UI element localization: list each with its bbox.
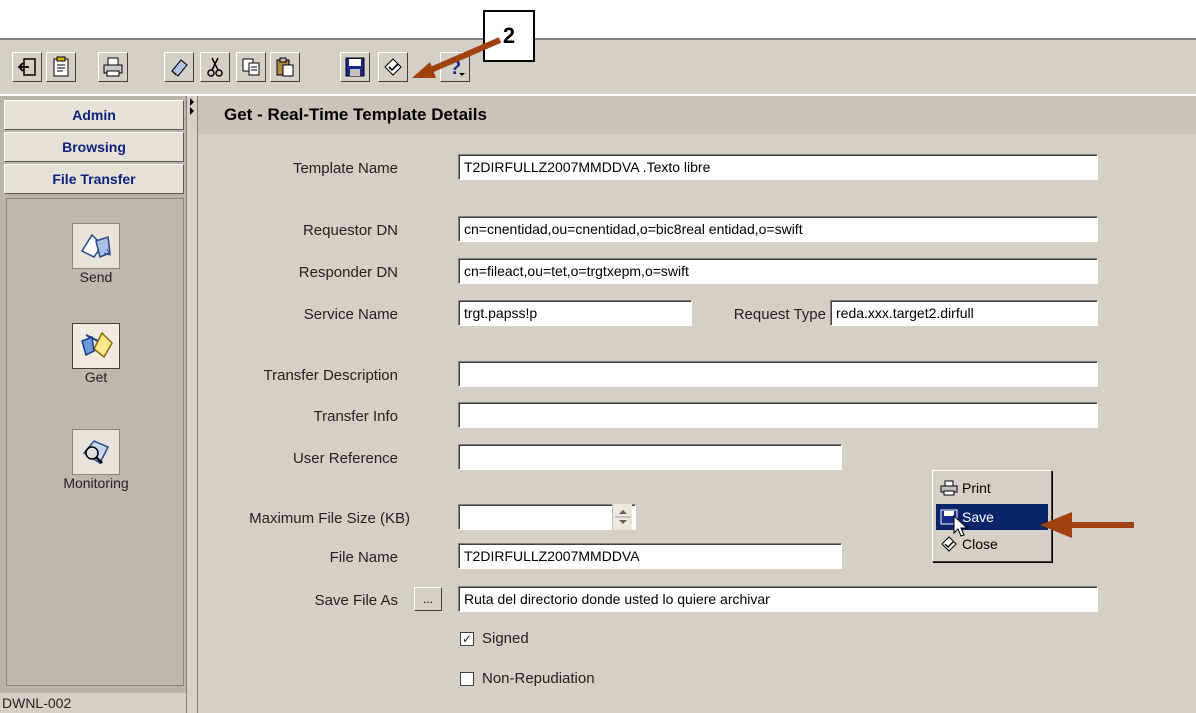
- max-file-size-field[interactable]: [458, 504, 636, 530]
- requestor-dn-label: Requestor DN: [302, 222, 398, 239]
- page-title: Get - Real-Time Template Details: [198, 96, 1196, 134]
- tab-file-transfer[interactable]: File Transfer: [4, 164, 184, 194]
- callout-arrow-toolbar: [412, 37, 502, 78]
- save-icon[interactable]: [340, 52, 370, 82]
- spinner-arrows-icon: [615, 510, 631, 524]
- browse-button[interactable]: ...: [414, 587, 442, 611]
- monitoring-icon: [72, 429, 120, 475]
- save-file-as-label: Save File As: [314, 592, 398, 609]
- non-repudiation-checkbox[interactable]: Non-Repudiation: [460, 670, 595, 687]
- logout-icon[interactable]: [12, 52, 42, 82]
- responder-dn-label: Responder DN: [298, 264, 398, 281]
- template-name-label: Template Name: [292, 160, 398, 177]
- request-type-field[interactable]: [830, 300, 1098, 326]
- request-type-label: Request Type: [733, 306, 826, 323]
- splitter-arrow-icon: [190, 98, 194, 115]
- signed-checkbox[interactable]: ✓ Signed: [460, 630, 529, 647]
- print-icon: [940, 480, 958, 496]
- print-icon[interactable]: [98, 52, 128, 82]
- cut-icon[interactable]: [200, 52, 230, 82]
- requestor-dn-field[interactable]: [458, 216, 1098, 242]
- user-reference-label: User Reference: [292, 450, 398, 467]
- transfer-info-field[interactable]: [458, 402, 1098, 428]
- save-file-as-field[interactable]: [458, 586, 1098, 612]
- sidebar-item-monitoring[interactable]: Monitoring: [7, 429, 185, 491]
- transfer-description-label: Transfer Description: [263, 367, 399, 384]
- signed-check-mark: ✓: [460, 631, 474, 646]
- max-file-size-spinner[interactable]: [612, 504, 632, 530]
- service-name-field[interactable]: [458, 300, 692, 326]
- responder-dn-field[interactable]: [458, 258, 1098, 284]
- transfer-description-field[interactable]: [458, 361, 1098, 387]
- splitter-handle[interactable]: [186, 96, 198, 713]
- sidebar-item-get[interactable]: Get: [7, 323, 185, 385]
- user-reference-field[interactable]: [458, 444, 842, 470]
- copy-icon[interactable]: [236, 52, 266, 82]
- file-name-field[interactable]: [458, 543, 842, 569]
- sidebar-item-send[interactable]: Send: [7, 223, 185, 285]
- send-icon: [72, 223, 120, 269]
- paste-icon[interactable]: [270, 52, 300, 82]
- sidebar-panel: Send Get Monitoring: [6, 198, 184, 686]
- context-menu: Print Save Close: [932, 470, 1052, 562]
- mouse-cursor-icon: [953, 515, 969, 537]
- tab-admin[interactable]: Admin: [4, 100, 184, 130]
- sidebar: Admin Browsing File Transfer Send Get Mo…: [0, 96, 188, 713]
- tab-browsing[interactable]: Browsing: [4, 132, 184, 162]
- toolbar: ?: [0, 38, 1196, 94]
- menu-item-print[interactable]: Print: [936, 475, 1048, 501]
- eraser-icon[interactable]: [164, 52, 194, 82]
- template-name-field[interactable]: [458, 154, 1098, 180]
- callout-arrow-save: [1040, 512, 1134, 538]
- properties-icon[interactable]: [46, 52, 76, 82]
- max-file-size-label: Maximum File Size (KB): [249, 510, 410, 527]
- status-bar: DWNL-002: [0, 693, 188, 713]
- main-panel: Get - Real-Time Template Details Templat…: [198, 96, 1196, 713]
- get-icon: [72, 323, 120, 369]
- file-name-label: File Name: [329, 549, 398, 566]
- service-name-label: Service Name: [303, 306, 398, 323]
- transfer-info-label: Transfer Info: [313, 408, 398, 425]
